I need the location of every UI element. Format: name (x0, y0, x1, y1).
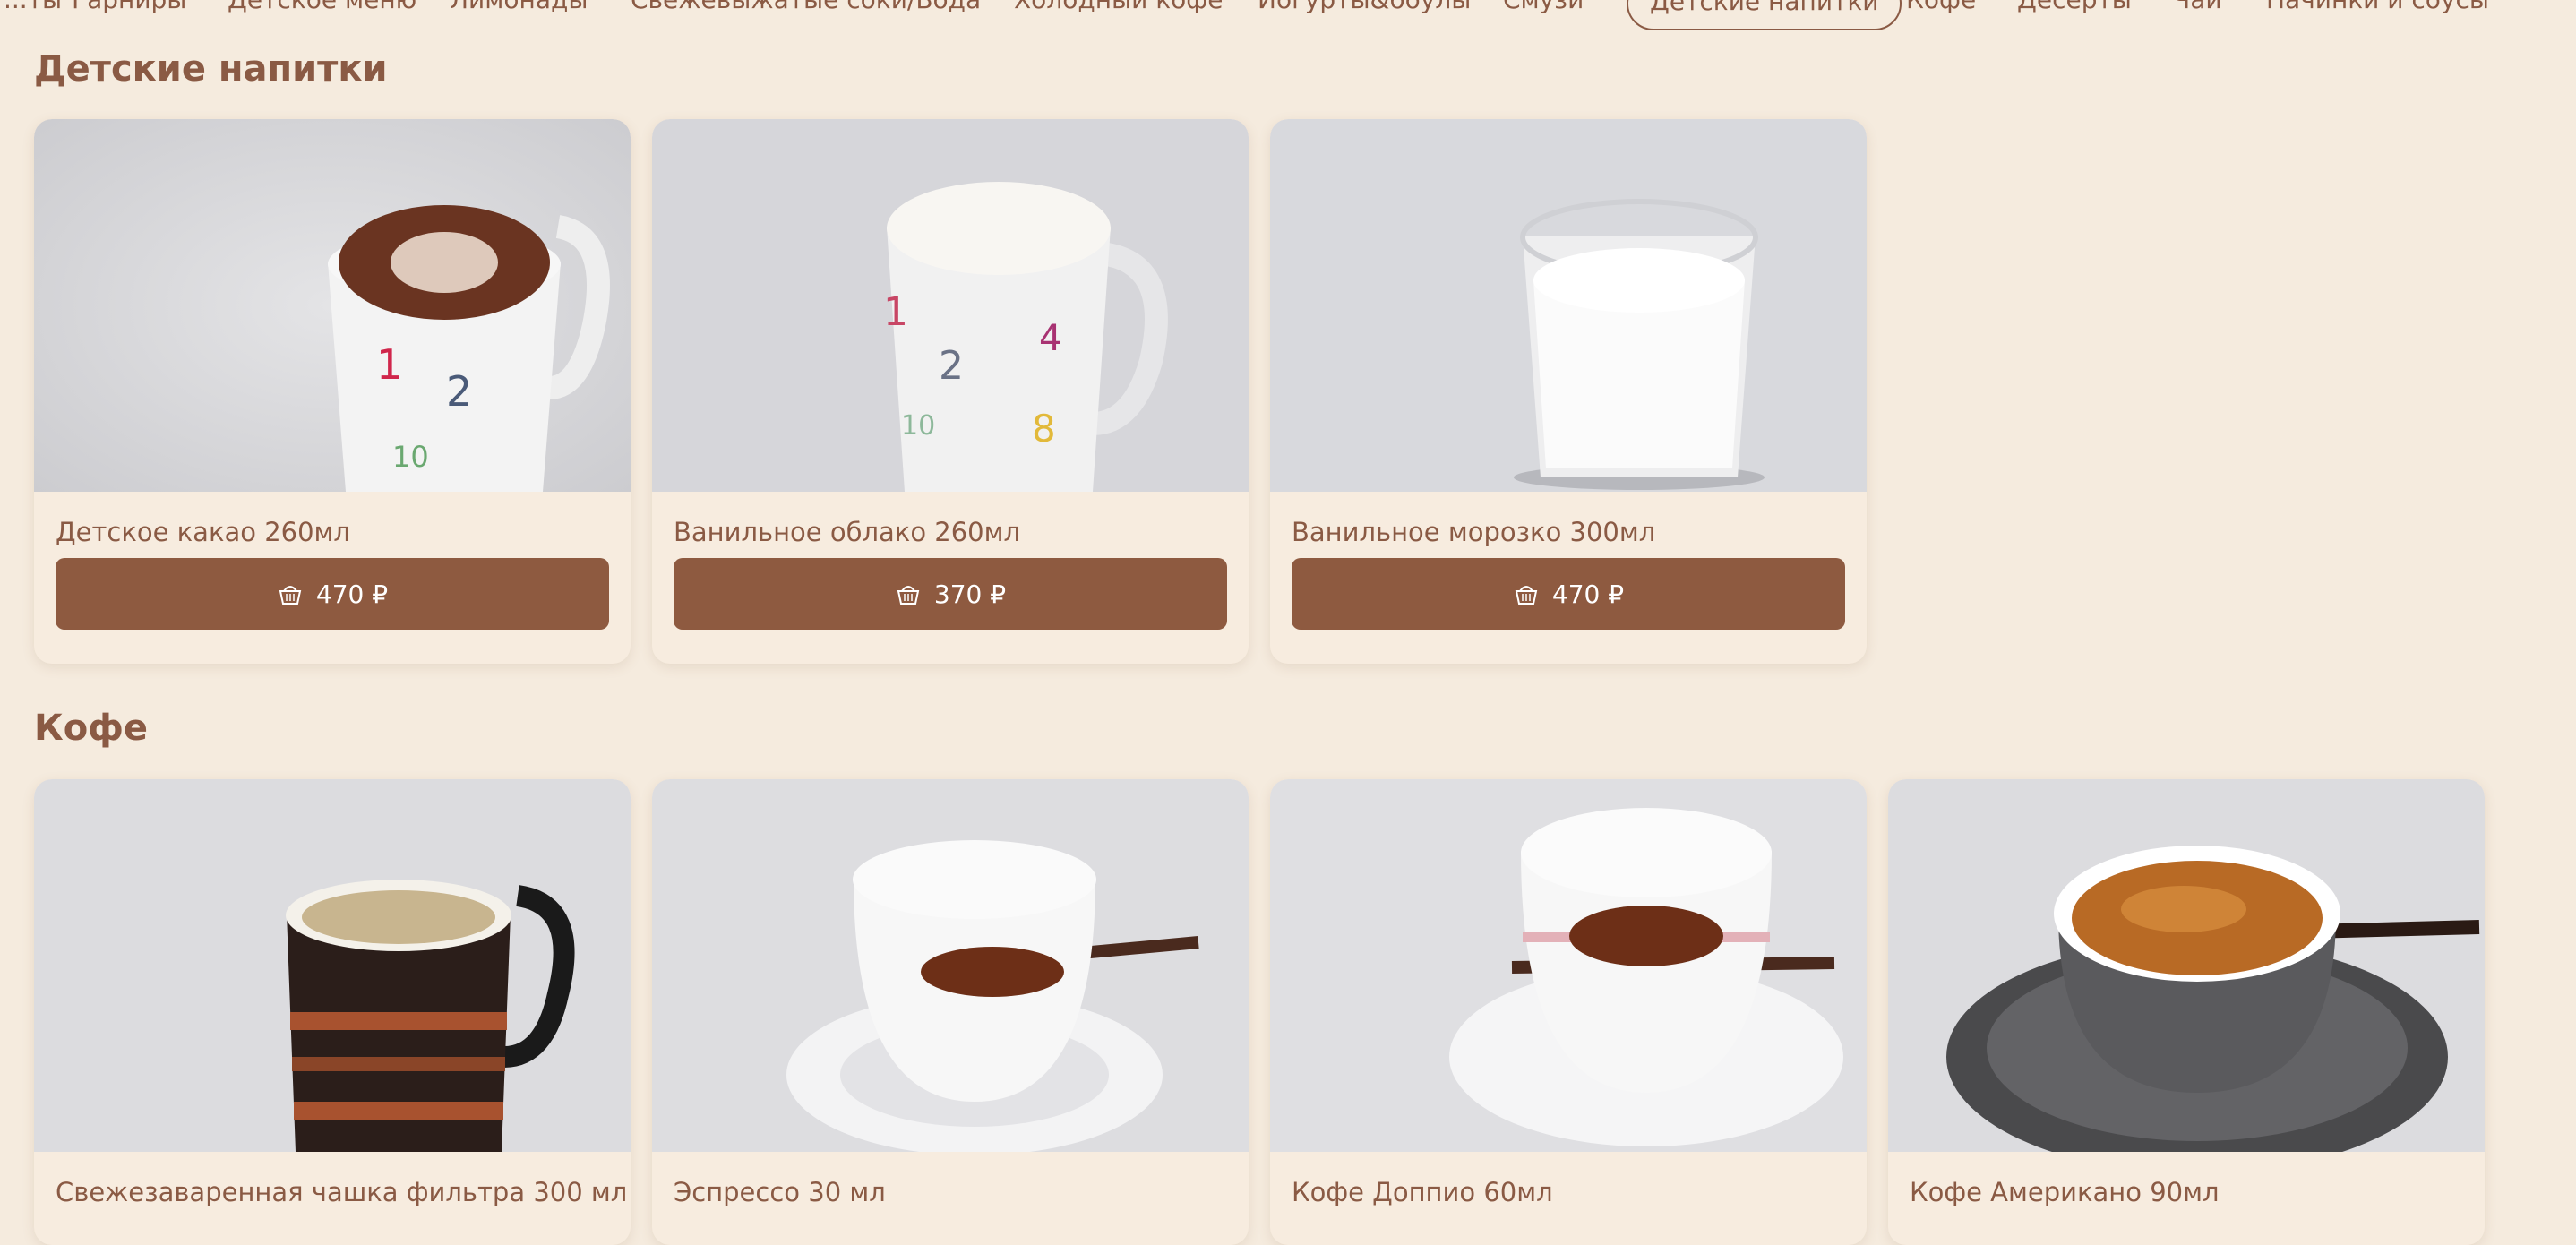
svg-text:2: 2 (939, 343, 964, 389)
basket-icon (1515, 586, 1538, 605)
product-photo-filter-coffee (34, 779, 631, 1152)
product-name: Эспрессо 30 мл (674, 1177, 886, 1207)
section-title-kids-drinks: Детские напитки (34, 48, 388, 90)
svg-text:8: 8 (1032, 407, 1056, 451)
nav-item-juices[interactable]: Свежевыжатые соки/Вода (609, 0, 1002, 30)
product-card[interactable]: Эспрессо 30 мл (652, 779, 1249, 1245)
category-nav: ...ты Гарниры Детское меню Лимонады Свеж… (0, 0, 2576, 30)
basket-icon (897, 586, 920, 605)
product-card[interactable]: 1 2 10 Детское какао 260мл 470 ₽ (34, 119, 631, 664)
add-to-cart-button[interactable]: 370 ₽ (674, 558, 1227, 630)
product-photo-espresso (652, 779, 1249, 1152)
svg-text:10: 10 (901, 410, 935, 442)
add-to-cart-button[interactable]: 470 ₽ (56, 558, 609, 630)
price-label: 470 ₽ (1551, 579, 1625, 609)
basket-icon (279, 586, 302, 605)
section-title-coffee: Кофе (34, 708, 148, 749)
nav-item-kids-drinks[interactable]: Детские напитки (1627, 0, 1902, 30)
nav-item-desserts[interactable]: Десерты (1996, 0, 2153, 30)
nav-item-kids-menu[interactable]: Детское меню (206, 0, 438, 30)
price-label: 470 ₽ (315, 579, 389, 609)
product-card[interactable]: Свежезаваренная чашка фильтра 300 мл (34, 779, 631, 1245)
product-photo-vanilla-frost (1270, 119, 1867, 492)
svg-text:10: 10 (392, 440, 429, 474)
product-name: Свежезаваренная чашка фильтра 300 мл (56, 1177, 628, 1207)
svg-text:1: 1 (883, 289, 908, 335)
nav-item-lemonades[interactable]: Лимонады (428, 0, 609, 30)
product-name: Ванильное облако 260мл (674, 517, 1021, 547)
nav-item-fillings[interactable]: Начинки и соусы (2245, 0, 2511, 30)
product-card[interactable]: Кофе Американо 90мл (1888, 779, 2485, 1245)
nav-item-smoothie[interactable]: Смузи (1481, 0, 1605, 30)
product-name: Ванильное морозко 300мл (1292, 517, 1656, 547)
product-name: Детское какао 260мл (56, 517, 350, 547)
nav-item-coffee[interactable]: Кофе (1885, 0, 1997, 30)
nav-item-cold-coffee[interactable]: Холодный кофе (992, 0, 1244, 30)
nav-item-yogurts[interactable]: Йогурты&боулы (1236, 0, 1492, 30)
product-photo-vanilla-cloud: 1 2 4 8 10 (652, 119, 1249, 492)
product-card[interactable]: Ванильное морозко 300мл 470 ₽ (1270, 119, 1867, 664)
product-photo-cocoa: 1 2 10 (34, 119, 631, 492)
svg-text:1: 1 (376, 340, 402, 389)
svg-text:4: 4 (1039, 318, 1061, 359)
product-card[interactable]: Кофе Доппио 60мл (1270, 779, 1867, 1245)
product-photo-americano (1888, 779, 2485, 1152)
nav-item-garnish[interactable]: Гарниры (50, 0, 208, 30)
product-name: Кофе Американо 90мл (1910, 1177, 2220, 1207)
product-name: Кофе Доппио 60мл (1292, 1177, 1553, 1207)
nav-item-tea[interactable]: Чай (2151, 0, 2244, 30)
price-label: 370 ₽ (933, 579, 1007, 609)
product-photo-doppio (1270, 779, 1867, 1152)
add-to-cart-button[interactable]: 470 ₽ (1292, 558, 1845, 630)
svg-text:2: 2 (446, 367, 472, 416)
product-card[interactable]: 1 2 4 8 10 Ванильное облако 260мл 370 ₽ (652, 119, 1249, 664)
